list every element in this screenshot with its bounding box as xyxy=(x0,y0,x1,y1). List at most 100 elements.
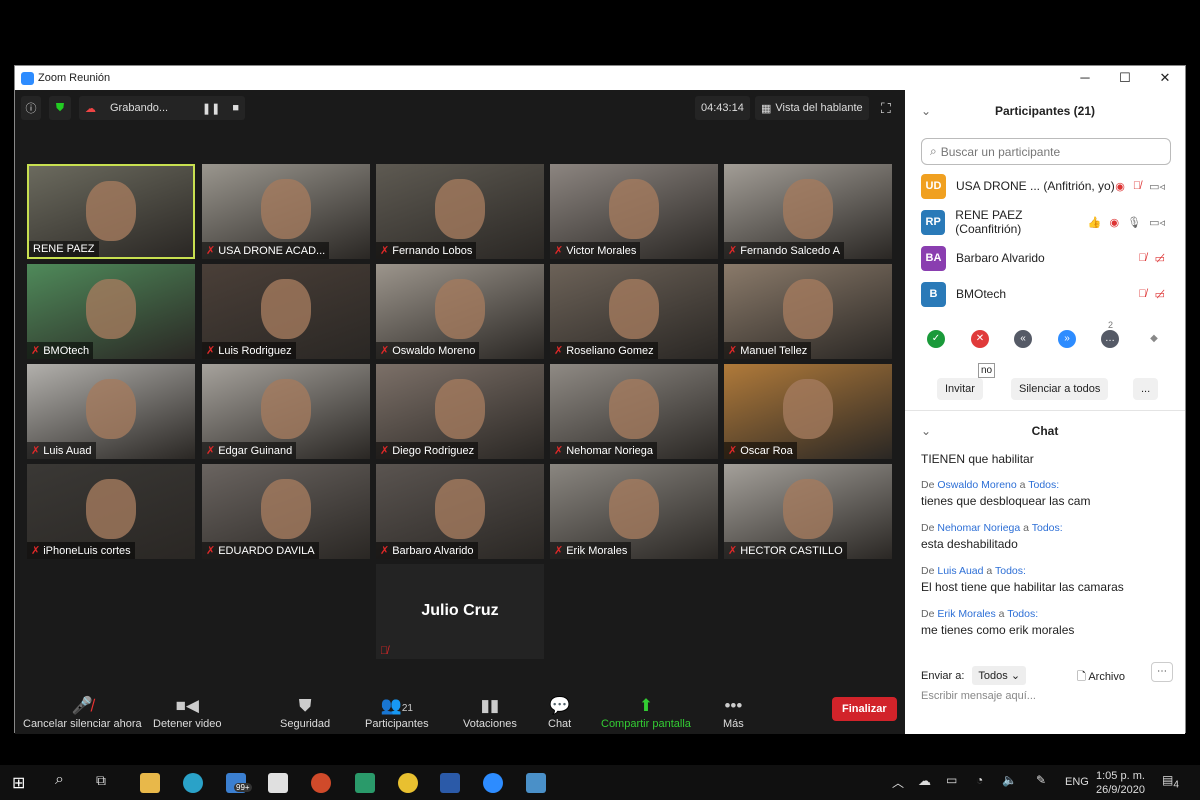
language-indicator[interactable]: ENG xyxy=(1065,776,1089,788)
participant-tile-no-video[interactable]: Julio Cruz 🎙̸ xyxy=(376,564,544,659)
sender-name[interactable]: Oswaldo Moreno xyxy=(937,479,1016,491)
pen-icon[interactable]: ✎ xyxy=(1036,773,1046,787)
video-off-icon: ▭̸ xyxy=(1154,288,1165,301)
chat-more-button[interactable]: ⋯ xyxy=(1151,662,1173,682)
edge-icon[interactable] xyxy=(183,773,203,793)
share-screen-button[interactable]: ⬆ Compartir pantalla xyxy=(601,696,691,730)
sender-name[interactable]: Luis Auad xyxy=(937,565,983,577)
search-icon[interactable]: ⌕ xyxy=(55,771,64,789)
store-icon[interactable] xyxy=(268,773,288,793)
participant-tile[interactable]: ✗ HECTOR CASTILLO xyxy=(724,464,892,559)
go-faster-button[interactable]: » xyxy=(1058,330,1076,348)
chrome-icon[interactable] xyxy=(398,773,418,793)
yes-reaction-button[interactable]: ✓ xyxy=(927,330,945,348)
more-button[interactable]: ••• Más xyxy=(723,696,744,730)
muted-mic-icon: ✗ xyxy=(31,545,41,557)
participant-tile[interactable]: ✗ USA DRONE ACAD... xyxy=(202,164,370,259)
participant-tile[interactable]: ✗ BMOtech xyxy=(27,264,195,359)
participant-tile[interactable]: ✗ Oswaldo Moreno xyxy=(376,264,544,359)
windows-start-icon[interactable]: ⊞ xyxy=(12,773,25,793)
shield-icon[interactable]: ⛊ xyxy=(49,96,71,120)
mute-all-button[interactable]: Silenciar a todos xyxy=(1011,378,1109,400)
security-button[interactable]: ⛊ Seguridad xyxy=(280,696,330,730)
file-button[interactable]: 🗋 Archivo xyxy=(1077,668,1125,687)
participant-tile[interactable]: ✗ Erik Morales xyxy=(550,464,718,559)
muted-mic-icon: 🎙̸ xyxy=(1138,287,1147,300)
participant-tile[interactable]: ✗ EDUARDO DAVILA xyxy=(202,464,370,559)
participant-tile[interactable]: ✗ Barbaro Alvarido xyxy=(376,464,544,559)
participant-tile[interactable]: ✗ Manuel Tellez xyxy=(724,264,892,359)
message-text: esta deshabilitado xyxy=(921,537,1018,551)
participant-name-label: ✗ Diego Rodriguez xyxy=(376,442,479,459)
no-reaction-button[interactable]: ✕ xyxy=(971,330,989,348)
go-slower-button[interactable]: « xyxy=(1014,330,1032,348)
participant-tile[interactable]: ✗ Edgar Guinand xyxy=(202,364,370,459)
app-icon[interactable] xyxy=(355,773,375,793)
participant-tile[interactable]: ✗ Fernando Lobos xyxy=(376,164,544,259)
stop-video-button[interactable]: ■◀ Detener video xyxy=(153,696,222,730)
muted-mic-icon: ✗ xyxy=(31,345,41,357)
photos-icon[interactable] xyxy=(526,773,546,793)
chat-input[interactable]: Escribir mensaje aquí... xyxy=(921,690,1036,702)
polls-button[interactable]: ▮▮ Votaciones xyxy=(463,696,517,730)
participant-tile[interactable]: ✗ Fernando Salcedo A xyxy=(724,164,892,259)
sender-name[interactable]: Erik Morales xyxy=(937,608,995,620)
participant-list-item[interactable]: BA Barbaro Alvarido 🎙̸ ▭̸ xyxy=(921,244,1165,272)
word-icon[interactable] xyxy=(440,773,460,793)
participant-tile[interactable]: RENE PAEZ xyxy=(27,164,195,259)
mail-icon[interactable]: 99+ xyxy=(226,773,252,793)
volume-icon[interactable]: 🔈 xyxy=(1002,773,1017,787)
task-view-icon[interactable]: ⧉ xyxy=(96,772,106,789)
info-icon[interactable]: ⓘ xyxy=(21,96,41,120)
search-placeholder: Buscar un participante xyxy=(940,144,1061,159)
file-explorer-icon[interactable] xyxy=(140,773,160,793)
participant-list-item[interactable]: RP RENE PAEZ (Coanfitrión) 👍 ◉ 🎙 ▭◃ xyxy=(921,208,1165,236)
invite-button[interactable]: Invitar xyxy=(937,378,983,400)
chat-button[interactable]: 💬 Chat xyxy=(548,696,571,730)
unmute-button[interactable]: 🎤̸ Cancelar silenciar ahora xyxy=(23,696,142,730)
participants-button[interactable]: 👥21 Participantes xyxy=(365,696,429,730)
clock[interactable]: 1:05 p. m. 26/9/2020 xyxy=(1096,769,1145,797)
more-reactions-button[interactable]: … xyxy=(1101,330,1119,348)
participant-tile[interactable]: ✗ Roseliano Gomez xyxy=(550,264,718,359)
sender-name[interactable]: Nehomar Noriega xyxy=(937,522,1020,534)
recipient-dropdown[interactable]: Todos ⌄ xyxy=(972,666,1027,685)
battery-icon[interactable]: ▭ xyxy=(946,773,957,787)
stop-recording-button[interactable]: ■ xyxy=(232,102,239,114)
close-button[interactable]: ✕ xyxy=(1145,66,1185,90)
participant-search-input[interactable]: ⌕ Buscar un participante xyxy=(921,138,1171,165)
participant-tile[interactable]: ✗ Diego Rodriguez xyxy=(376,364,544,459)
side-panel: ⌄ Participantes (21) ⌕ Buscar un particip… xyxy=(905,90,1185,734)
to-label: a xyxy=(1019,479,1026,491)
fullscreen-icon[interactable]: ⛶ xyxy=(875,96,897,120)
wifi-icon[interactable]: ◔ xyxy=(976,773,983,787)
show-hidden-icons[interactable]: ︿ xyxy=(892,774,904,791)
zoom-taskbar-icon[interactable] xyxy=(483,773,503,793)
onedrive-icon[interactable]: ☁ xyxy=(918,773,931,789)
speaker-view-button[interactable]: ▦ Vista del hablante xyxy=(755,96,869,120)
end-meeting-button[interactable]: Finalizar xyxy=(832,697,897,721)
participant-name: BMOtech xyxy=(956,287,1007,301)
video-area: ⓘ ⛊ ☁ Grabando... ❚❚ ■ 04:43:14 ▦ Vista d… xyxy=(15,90,905,734)
participant-tile[interactable]: ✗ Luis Rodriguez xyxy=(202,264,370,359)
participant-tile[interactable]: ✗ Victor Morales xyxy=(550,164,718,259)
participant-list-item[interactable]: UD USA DRONE ... (Anfitrión, yo) ◉ 🎙̸ ▭◃ xyxy=(921,172,1165,200)
maximize-button[interactable]: ☐ xyxy=(1105,66,1145,90)
participant-tile[interactable]: ✗ Luis Auad xyxy=(27,364,195,459)
clear-eraser-icon[interactable]: ◆ xyxy=(1145,330,1163,348)
participant-tile[interactable]: ✗ Oscar Roa xyxy=(724,364,892,459)
panel-more-button[interactable]: ... xyxy=(1133,378,1159,400)
participant-video xyxy=(783,179,833,239)
muted-mic-icon: ✗ xyxy=(380,445,390,457)
minimize-button[interactable]: ─ xyxy=(1065,66,1105,90)
muted-mic-icon: ✗ xyxy=(206,545,216,557)
notifications-icon[interactable]: ▤4 xyxy=(1162,773,1179,790)
muted-mic-icon: ✗ xyxy=(728,445,738,457)
pause-recording-button[interactable]: ❚❚ xyxy=(202,102,220,115)
participant-tile[interactable]: ✗ iPhoneLuis cortes xyxy=(27,464,195,559)
muted-mic-icon: 🎙̸ xyxy=(1132,179,1142,192)
participant-tile[interactable]: ✗ Nehomar Noriega xyxy=(550,364,718,459)
powerpoint-icon[interactable] xyxy=(311,773,331,793)
participant-list-item[interactable]: B BMOtech 🎙̸ ▭̸ xyxy=(921,280,1165,308)
zoom-logo-icon xyxy=(21,71,34,85)
